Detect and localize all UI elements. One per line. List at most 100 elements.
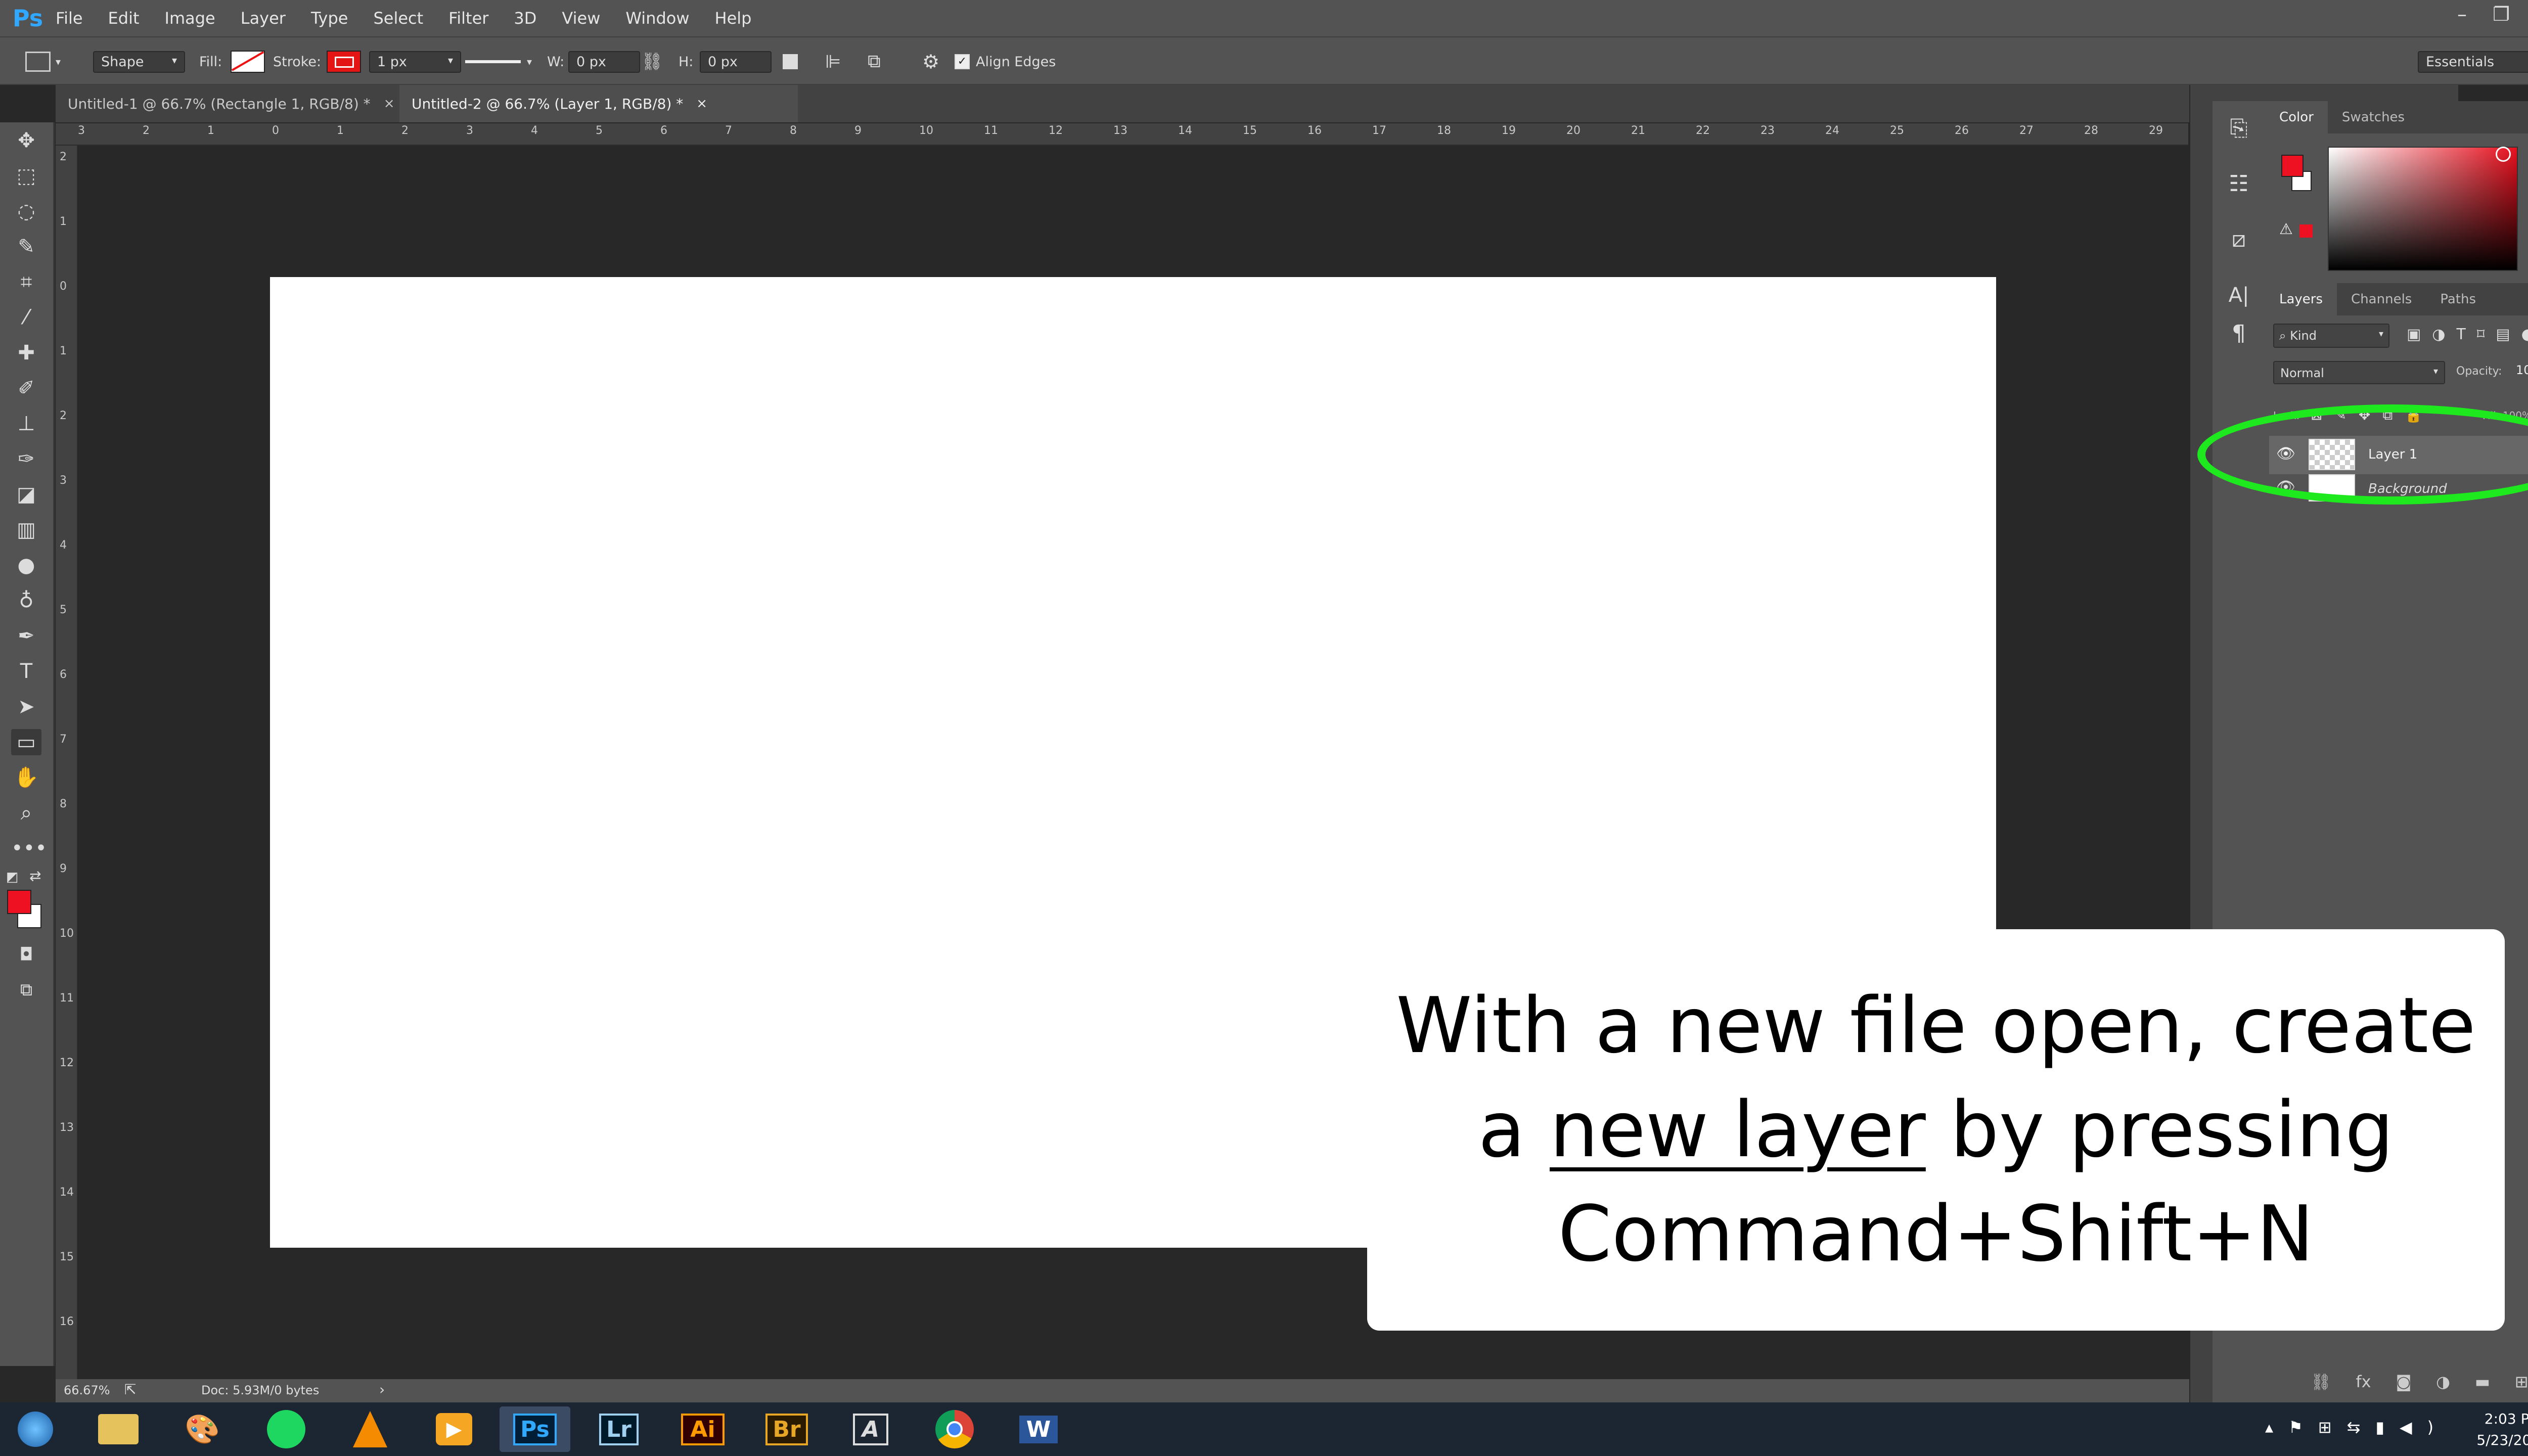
path-select-tool-icon[interactable]: ➤ <box>11 694 41 720</box>
properties-panel-icon[interactable]: ☷ <box>2224 169 2254 199</box>
close-icon[interactable]: × <box>696 96 707 111</box>
blend-mode-select[interactable]: Normal ▾ <box>2273 361 2445 384</box>
blur-tool-icon[interactable]: ● <box>11 552 41 578</box>
align-edges-checkbox[interactable]: ✓ <box>955 54 970 69</box>
history-panel-icon[interactable]: ⎘ <box>2224 113 2254 144</box>
color-picker-field[interactable] <box>2328 147 2518 271</box>
stroke-type-select[interactable] <box>465 60 521 63</box>
workspace-select[interactable]: Essentials ▾ <box>2418 51 2528 73</box>
taskbar-word[interactable]: W <box>1003 1406 1074 1452</box>
zoom-level[interactable]: 66.67% <box>64 1383 110 1397</box>
taskbar-vlc[interactable] <box>335 1406 405 1452</box>
layer-filter-icons[interactable]: ▣◑T⌑▤● <box>2407 326 2528 343</box>
width-field[interactable]: 0 px <box>568 51 640 73</box>
tab-untitled-1[interactable]: Untitled-1 @ 66.7% (Rectangle 1, RGB/8) … <box>56 85 424 122</box>
marquee-tool-icon[interactable]: ⬚ <box>11 163 41 189</box>
tab-paths[interactable]: Paths <box>2426 283 2490 315</box>
close-icon[interactable]: × <box>384 96 395 111</box>
new-layer-icon[interactable]: ⊞ <box>2515 1372 2528 1397</box>
menu-3d[interactable]: 3D <box>514 9 536 28</box>
taskbar-photoshop[interactable]: Ps <box>500 1406 570 1452</box>
adjustment-layer-icon[interactable]: ◑ <box>2436 1372 2450 1397</box>
adjustments-panel-icon[interactable]: ⧄ <box>2224 224 2254 255</box>
link-layers-icon[interactable]: ⛓ <box>2311 1372 2331 1397</box>
pen-tool-icon[interactable]: ✒ <box>11 623 41 649</box>
taskbar-illustrator[interactable]: Ai <box>667 1406 738 1452</box>
gamut-color-swatch[interactable] <box>2299 224 2313 238</box>
menu-view[interactable]: View <box>562 9 600 28</box>
taskbar-chrome[interactable] <box>919 1406 990 1452</box>
path-alignment-icon[interactable]: ⊫ <box>825 52 841 72</box>
system-clock[interactable]: 2:03 PM 5/23/2016 <box>2476 1408 2528 1451</box>
opacity-field[interactable]: 100% ▾ <box>2516 363 2528 382</box>
minimize-icon[interactable]: – <box>2457 3 2467 25</box>
more-tools-icon[interactable]: ••• <box>11 835 47 861</box>
tool-mode-select[interactable]: Shape ▾ <box>93 51 185 73</box>
taskbar-bridge[interactable]: Br <box>751 1406 822 1452</box>
foreground-color-swatch[interactable] <box>7 890 31 914</box>
link-icon[interactable]: ⛓ <box>641 52 663 72</box>
menu-file[interactable]: File <box>56 9 83 28</box>
brush-tool-icon[interactable]: ✐ <box>11 375 41 401</box>
start-button[interactable] <box>0 1406 71 1452</box>
menu-image[interactable]: Image <box>165 9 215 28</box>
system-tray-icons[interactable]: ▴⚑⊞⇆▮◀) <box>2265 1418 2449 1437</box>
taskbar-lightroom[interactable]: Lr <box>583 1406 654 1452</box>
healing-brush-tool-icon[interactable]: ✚ <box>11 340 41 366</box>
layer-filter-kind[interactable]: ⌕ Kind ▾ <box>2273 324 2389 348</box>
history-brush-tool-icon[interactable]: ✑ <box>11 446 41 472</box>
taskbar-spotify[interactable] <box>251 1406 322 1452</box>
menu-type[interactable]: Type <box>311 9 348 28</box>
menu-filter[interactable]: Filter <box>448 9 488 28</box>
paragraph-panel-icon[interactable]: ¶ <box>2224 318 2254 349</box>
stroke-swatch[interactable] <box>327 51 361 73</box>
character-panel-icon[interactable]: A| <box>2224 280 2254 310</box>
zoom-tool-icon[interactable]: ⌕ <box>11 800 41 826</box>
height-field[interactable]: 0 px <box>700 51 772 73</box>
path-arrangement-icon[interactable]: ⧉ <box>868 51 881 72</box>
out-of-gamut-warning-icon[interactable]: ⚠ <box>2279 220 2293 238</box>
color-foreground-swatch[interactable] <box>2281 155 2304 177</box>
swap-colors-icon[interactable]: ⇄ <box>29 868 44 884</box>
gradient-tool-icon[interactable]: ▥ <box>11 517 41 543</box>
default-colors-icon[interactable]: ◩ <box>6 870 21 885</box>
quick-mask-icon[interactable]: ◘ <box>11 941 41 968</box>
chevron-down-icon[interactable]: ▾ <box>527 56 532 68</box>
dodge-tool-icon[interactable]: ♁ <box>11 587 41 614</box>
menu-edit[interactable]: Edit <box>108 9 140 28</box>
move-tool-icon[interactable]: ✥ <box>11 127 41 154</box>
fill-swatch[interactable] <box>231 51 265 73</box>
tab-untitled-2[interactable]: Untitled-2 @ 66.7% (Layer 1, RGB/8) * × <box>399 85 798 122</box>
quick-select-tool-icon[interactable]: ✎ <box>11 234 41 260</box>
menu-help[interactable]: Help <box>715 9 752 28</box>
export-icon[interactable]: ⇱ <box>124 1381 136 1398</box>
crop-tool-icon[interactable]: ⌗ <box>11 269 41 295</box>
stroke-width-field[interactable]: 1 px ▾ <box>369 51 461 73</box>
menu-window[interactable]: Window <box>625 9 689 28</box>
rectangle-tool-icon[interactable]: ▭ <box>11 729 41 755</box>
path-operations-icon[interactable] <box>783 54 798 69</box>
tab-channels[interactable]: Channels <box>2337 283 2426 315</box>
taskbar-acrobat[interactable]: A <box>835 1406 906 1452</box>
tab-color[interactable]: Color <box>2265 101 2328 133</box>
taskbar-media-player[interactable]: ▶ <box>419 1406 489 1452</box>
menu-select[interactable]: Select <box>373 9 423 28</box>
chevron-down-icon[interactable]: ▾ <box>56 56 61 68</box>
layer-style-fx-icon[interactable]: fx <box>2356 1372 2371 1397</box>
new-group-icon[interactable]: ▬ <box>2475 1372 2490 1397</box>
type-tool-icon[interactable]: T <box>11 658 41 685</box>
color-picker-handle[interactable] <box>2496 147 2511 162</box>
eyedropper-tool-icon[interactable]: ⁄ <box>11 304 41 331</box>
hand-tool-icon[interactable]: ✋ <box>11 764 41 791</box>
lasso-tool-icon[interactable]: ◌ <box>11 198 41 224</box>
add-mask-icon[interactable]: ◙ <box>2396 1372 2411 1397</box>
status-menu-arrow[interactable]: › <box>379 1381 385 1398</box>
eraser-tool-icon[interactable]: ◪ <box>11 481 41 508</box>
taskbar-paint[interactable]: 🎨 <box>167 1406 238 1452</box>
gear-icon[interactable]: ⚙ <box>922 51 939 73</box>
taskbar-file-explorer[interactable] <box>83 1406 154 1452</box>
menu-layer[interactable]: Layer <box>241 9 286 28</box>
screen-mode-icon[interactable]: ⧉ <box>11 977 41 1003</box>
rectangle-tool-preset-icon[interactable] <box>25 52 51 72</box>
tab-layers[interactable]: Layers <box>2265 283 2337 315</box>
